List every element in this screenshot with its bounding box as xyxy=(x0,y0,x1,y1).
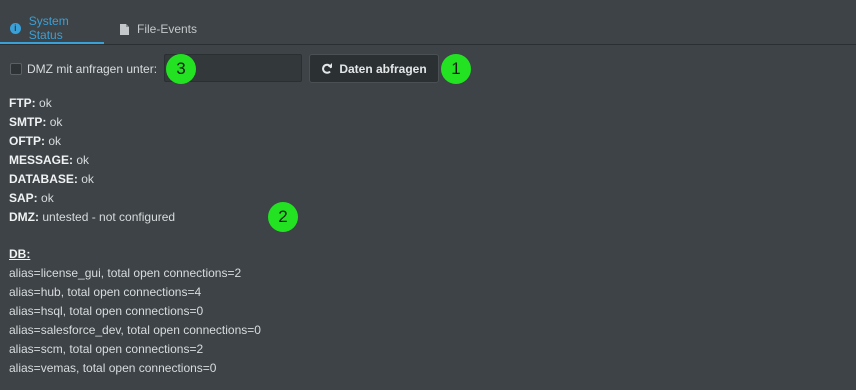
service-status-list: FTP: ok SMTP: ok OFTP: ok MESSAGE: ok DA… xyxy=(9,94,175,227)
dmz-checkbox[interactable] xyxy=(10,63,22,75)
fetch-data-button[interactable]: Daten abfragen xyxy=(309,54,439,83)
annotation-marker-3: 3 xyxy=(166,54,196,84)
status-row-sap: SAP: ok xyxy=(9,191,54,205)
tab-bar: i System Status File-Events xyxy=(0,0,856,45)
query-controls: DMZ mit anfragen unter: Daten abfragen xyxy=(0,54,856,84)
fetch-data-button-label: Daten abfragen xyxy=(339,61,427,76)
status-row-database: DATABASE: ok xyxy=(9,172,94,186)
db-title: DB: xyxy=(9,247,31,261)
tab-system-status[interactable]: i System Status xyxy=(0,14,104,44)
info-icon: i xyxy=(10,22,21,34)
refresh-icon xyxy=(322,62,333,74)
annotation-marker-1: 1 xyxy=(441,54,471,84)
dmz-checkbox-label: DMZ mit anfragen unter: xyxy=(27,62,158,76)
db-connections: DB: alias=license_gui, total open connec… xyxy=(9,245,261,378)
db-line: alias=license_gui, total open connection… xyxy=(9,266,242,280)
status-row-smtp: SMTP: ok xyxy=(9,115,63,129)
file-icon xyxy=(120,23,129,35)
tab-label: System Status xyxy=(28,14,69,42)
status-row-ftp: FTP: ok xyxy=(9,96,52,110)
db-line: alias=hub, total open connections=4 xyxy=(9,285,202,299)
tab-file-events[interactable]: File-Events xyxy=(110,18,197,44)
tab-label: File-Events xyxy=(137,22,198,36)
db-line: alias=salesforce_dev, total open connect… xyxy=(9,323,261,337)
db-line: alias=vemas, total open connections=0 xyxy=(9,361,217,375)
db-line: alias=hsql, total open connections=0 xyxy=(9,304,204,318)
db-line: alias=scm, total open connections=2 xyxy=(9,342,204,356)
annotation-marker-2: 2 xyxy=(268,202,298,232)
status-row-oftp: OFTP: ok xyxy=(9,134,62,148)
status-row-dmz: DMZ: untested - not configured xyxy=(9,210,176,224)
status-row-message: MESSAGE: ok xyxy=(9,153,90,167)
